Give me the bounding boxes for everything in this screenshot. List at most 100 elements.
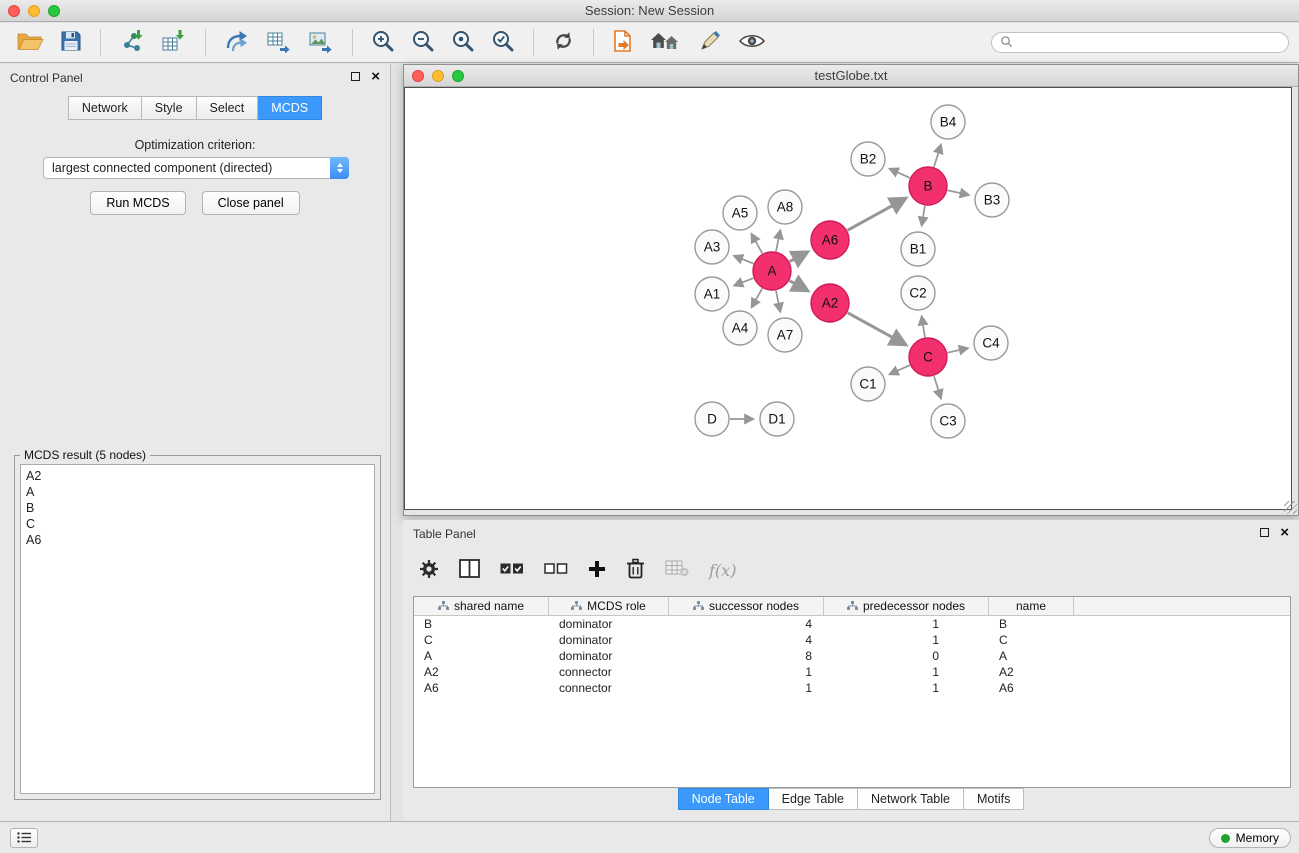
zoom-window-button[interactable] — [48, 5, 60, 17]
network-graph[interactable]: B4B2BB3A5A8A6B1A3AC2A1A2A4A7C4CC1C3DD1 — [405, 88, 1291, 509]
tab-network-table[interactable]: Network Table — [858, 788, 964, 810]
zoom-out-button[interactable] — [404, 27, 442, 59]
graph-edge-A-A7[interactable] — [776, 291, 780, 312]
cell-name: A — [989, 649, 1074, 663]
close-panel-button[interactable]: Close panel — [202, 191, 300, 215]
list-item[interactable]: A — [26, 484, 369, 500]
select-all-button[interactable] — [500, 562, 524, 578]
graph-edge-A6-B[interactable] — [848, 199, 906, 231]
show-columns-button[interactable] — [459, 559, 480, 581]
tab-node-table[interactable]: Node Table — [678, 788, 769, 810]
delete-table-icon — [665, 560, 689, 580]
optimization-criterion-select[interactable]: largest connected component (directed) — [43, 157, 349, 179]
graph-edge-A-A4[interactable] — [752, 288, 762, 307]
network-window-titlebar[interactable]: testGlobe.txt — [404, 65, 1298, 87]
graph-node-label: A7 — [777, 328, 794, 343]
home-view-button[interactable] — [643, 27, 689, 59]
delete-table-button[interactable] — [665, 560, 689, 580]
mcds-result-list[interactable]: A2 A B C A6 — [20, 464, 375, 794]
memory-button[interactable]: Memory — [1209, 828, 1291, 848]
column-header[interactable]: successor nodes — [669, 597, 824, 615]
control-panel: Control Panel × Network Style Select MCD… — [0, 64, 391, 821]
tab-network[interactable]: Network — [68, 96, 142, 120]
column-header[interactable]: MCDS role — [549, 597, 669, 615]
close-panel-icon[interactable]: × — [1280, 527, 1289, 538]
open-recent-file-button[interactable] — [605, 27, 641, 59]
tab-mcds[interactable]: MCDS — [258, 96, 322, 120]
graph-edge-A-A6[interactable] — [790, 252, 807, 261]
export-table-button[interactable] — [259, 27, 299, 59]
window-title: Session: New Session — [0, 0, 1299, 21]
graph-edge-C-C1[interactable] — [890, 365, 910, 374]
table-row[interactable]: A6 connector 1 1 A6 — [414, 680, 1290, 696]
column-header[interactable]: shared name — [414, 597, 549, 615]
zoom-in-button[interactable] — [364, 27, 402, 59]
list-item[interactable]: A6 — [26, 532, 369, 548]
zoom-selected-button[interactable] — [484, 27, 522, 59]
export-network-button[interactable] — [217, 27, 257, 59]
graph-edge-A-A1[interactable] — [734, 278, 753, 285]
tab-select[interactable]: Select — [197, 96, 259, 120]
delete-column-button[interactable] — [626, 558, 645, 582]
resize-grip[interactable] — [1284, 501, 1297, 514]
minimize-window-button[interactable] — [28, 5, 40, 17]
function-builder-button[interactable]: f(x) — [709, 561, 736, 580]
graph-edge-C-C4[interactable] — [948, 348, 968, 352]
search-box[interactable] — [991, 32, 1289, 53]
graph-edge-B-B2[interactable] — [890, 169, 910, 178]
cell-mcds-role: connector — [549, 681, 669, 695]
node-table[interactable]: shared name MCDS role successor nodes pr… — [413, 596, 1291, 788]
graph-edge-C-C2[interactable] — [922, 317, 925, 338]
table-row[interactable]: B dominator 4 1 B — [414, 616, 1290, 632]
close-panel-icon[interactable]: × — [371, 71, 380, 82]
window-titlebar[interactable]: Session: New Session — [0, 0, 1299, 22]
list-item[interactable]: C — [26, 516, 369, 532]
show-hide-button[interactable] — [731, 27, 773, 59]
float-panel-icon[interactable] — [1260, 528, 1269, 537]
table-row[interactable]: C dominator 4 1 C — [414, 632, 1290, 648]
import-network-button[interactable] — [112, 27, 152, 59]
deselect-all-button[interactable] — [544, 562, 568, 578]
annotation-pen-button[interactable] — [691, 27, 729, 59]
column-header[interactable]: predecessor nodes — [824, 597, 989, 615]
network-minimize-button[interactable] — [432, 70, 444, 82]
graph-node-label: D1 — [768, 412, 785, 427]
graph-edge-A-A8[interactable] — [776, 231, 780, 252]
graph-edge-C-C3[interactable] — [934, 376, 941, 398]
table-row[interactable]: A dominator 8 0 A — [414, 648, 1290, 664]
table-row[interactable]: A2 connector 1 1 A2 — [414, 664, 1290, 680]
graph-edge-A2-C[interactable] — [848, 313, 906, 345]
list-item[interactable]: A2 — [26, 468, 369, 484]
graph-edge-A-A2[interactable] — [790, 281, 808, 291]
add-column-button[interactable] — [588, 560, 606, 581]
network-window[interactable]: testGlobe.txt B4B2BB3A5A8A6B1A3AC2A1A2A4… — [403, 64, 1299, 516]
close-window-button[interactable] — [8, 5, 20, 17]
refresh-button[interactable] — [545, 27, 582, 59]
toolbar-separator — [352, 29, 353, 56]
open-session-button[interactable] — [10, 27, 51, 59]
network-canvas[interactable]: B4B2BB3A5A8A6B1A3AC2A1A2A4A7C4CC1C3DD1 — [404, 87, 1292, 510]
toolbar-separator — [593, 29, 594, 56]
zoom-fit-button[interactable] — [444, 27, 482, 59]
tab-edge-table[interactable]: Edge Table — [769, 788, 858, 810]
run-mcds-button[interactable]: Run MCDS — [90, 191, 185, 215]
graph-edge-B-B4[interactable] — [934, 145, 941, 167]
tab-style[interactable]: Style — [142, 96, 197, 120]
graph-edge-B-B3[interactable] — [948, 190, 969, 195]
table-settings-button[interactable] — [419, 559, 439, 582]
tab-motifs[interactable]: Motifs — [964, 788, 1024, 810]
graph-edge-A-A3[interactable] — [734, 256, 753, 264]
graph-edge-A-A5[interactable] — [752, 234, 763, 253]
list-item[interactable]: B — [26, 500, 369, 516]
search-input[interactable] — [1018, 35, 1280, 51]
column-header[interactable]: name — [989, 597, 1074, 615]
import-table-button[interactable] — [154, 27, 194, 59]
float-panel-icon[interactable] — [351, 72, 360, 81]
network-close-button[interactable] — [412, 70, 424, 82]
save-session-button[interactable] — [53, 27, 89, 59]
export-image-button[interactable] — [301, 27, 341, 59]
cell-successor-nodes: 4 — [669, 633, 824, 647]
network-zoom-button[interactable] — [452, 70, 464, 82]
task-history-button[interactable] — [10, 828, 38, 848]
graph-edge-B-B1[interactable] — [922, 206, 925, 226]
